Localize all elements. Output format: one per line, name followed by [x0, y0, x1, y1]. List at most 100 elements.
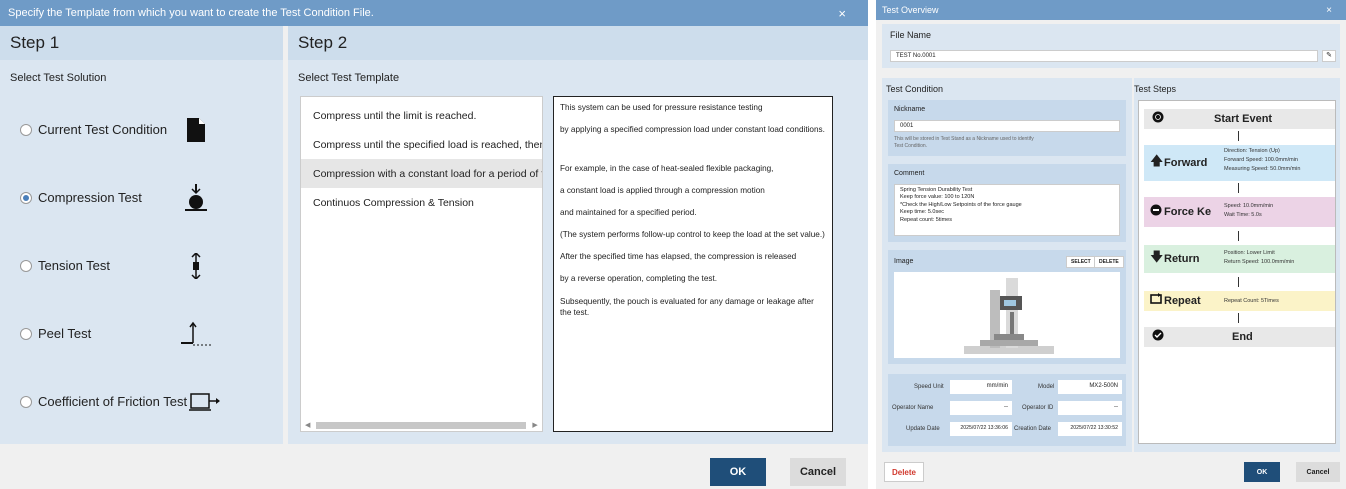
comment-line: Keep force value: 100 to 120N — [900, 194, 975, 201]
step-connector — [1238, 277, 1239, 287]
cancel-button[interactable]: Cancel — [790, 458, 846, 486]
nickname-field[interactable]: 0001 — [894, 120, 1120, 132]
test-overview-title: Test Overview — [882, 5, 939, 15]
option-peel-test[interactable]: Peel Test — [20, 326, 91, 341]
step-repeat[interactable]: Repeat Repeat Count: 5Times — [1144, 291, 1335, 311]
compression-icon — [176, 183, 216, 213]
description-line: and maintained for a specified period. — [560, 208, 697, 218]
description-line: After the specified time has elapsed, th… — [560, 252, 797, 262]
option-tension-test[interactable]: Tension Test — [20, 258, 110, 273]
option-label: Peel Test — [38, 326, 92, 341]
step-connector — [1238, 313, 1239, 323]
option-label: Coefficient of Friction Test — [38, 394, 188, 409]
info-section: Speed Unit mm/min Model MX2-500N Operato… — [888, 374, 1126, 446]
radio-button[interactable] — [20, 123, 32, 136]
step-info-line: Repeat Count: 5Times — [1224, 297, 1279, 304]
step-info-line: Forward Speed: 100.0mm/min — [1224, 156, 1298, 163]
step-name: Forward — [1164, 157, 1208, 169]
step-name: Force Ke — [1164, 206, 1212, 218]
update-date-label: Update Date — [906, 426, 940, 432]
creation-date-value: 2025/07/22 13:30:52 — [1058, 422, 1122, 436]
step1-heading: Step 1 — [0, 26, 283, 60]
nickname-section: Nickname 0001 This will be stored in Tes… — [888, 100, 1126, 156]
step-info: Speed: 10.0mm/min Wait Time: 5.0s — [1224, 202, 1273, 220]
nickname-label: Nickname — [894, 106, 926, 113]
step-info-line: Wait Time: 5.0s — [1224, 211, 1262, 218]
test-condition-panel: Test Condition Nickname 0001 This will b… — [882, 78, 1132, 452]
repeat-icon — [1150, 292, 1162, 310]
option-current-test-condition[interactable]: Current Test Condition — [20, 122, 167, 137]
step-info-line: Position: Lower Limit — [1224, 250, 1275, 256]
step1-sublabel: Select Test Solution — [10, 72, 107, 84]
step-connector — [1238, 183, 1239, 193]
cancel-button[interactable]: Cancel — [1296, 462, 1340, 482]
scroll-right-icon[interactable]: ▶ — [532, 421, 537, 429]
close-icon[interactable]: × — [1326, 5, 1340, 16]
comment-field[interactable]: Spring Tension Durability Test Keep forc… — [894, 184, 1120, 236]
peel-icon — [176, 319, 216, 349]
option-label: Tension Test — [38, 258, 111, 273]
step-name: Return — [1164, 253, 1200, 265]
scrollbar-thumb[interactable] — [316, 421, 527, 429]
template-item[interactable]: Compression with a constant load for a p… — [301, 159, 542, 188]
template-description: This system can be used for pressure res… — [553, 96, 833, 432]
ok-button[interactable]: OK — [710, 458, 766, 486]
step2-heading: Step 2 — [288, 26, 868, 60]
step2-sublabel: Select Test Template — [298, 72, 400, 84]
tension-icon — [176, 251, 216, 281]
template-item[interactable]: Compress until the specified load is rea… — [301, 130, 542, 159]
step-connector — [1238, 231, 1239, 241]
template-item[interactable]: Continuos Compression & Tension — [301, 188, 542, 217]
update-date-value: 2025/07/22 13:36:06 — [950, 422, 1012, 436]
file-name-field[interactable]: TEST No.0001 — [890, 50, 1318, 62]
test-overview-titlebar: Test Overview × — [876, 0, 1346, 20]
step-start-event[interactable]: Start Event — [1144, 109, 1335, 129]
file-name-panel: File Name TEST No.0001 ✎ — [882, 24, 1340, 68]
model-label: Model — [1038, 384, 1055, 390]
radio-button[interactable] — [20, 327, 32, 340]
description-line: Subsequently, the pouch is evaluated for… — [560, 296, 814, 317]
horizontal-scrollbar[interactable]: ◀ ▶ — [301, 419, 542, 431]
step-end[interactable]: End — [1144, 327, 1335, 347]
radio-button[interactable] — [20, 395, 32, 408]
step-info: Direction: Tension (Up) Forward Speed: 1… — [1224, 147, 1300, 173]
option-coefficient-of-friction-test[interactable]: Coefficient of Friction Test — [20, 394, 187, 409]
check-icon — [1152, 328, 1164, 346]
step-name: End — [1232, 331, 1253, 343]
pencil-icon[interactable]: ✎ — [1322, 50, 1336, 62]
scroll-left-icon[interactable]: ◀ — [305, 421, 310, 429]
document-icon — [176, 115, 216, 145]
operator-name-label: Operator Name — [892, 405, 934, 411]
friction-icon — [186, 387, 226, 417]
template-item[interactable]: Compress until the limit is reached. — [301, 101, 542, 130]
template-dialog-titlebar: Specify the Template from which you want… — [0, 0, 868, 26]
step-info-line: Measuring Speed: 50.0mm/min — [1224, 165, 1301, 172]
step1-panel: Step 1 Select Test Solution Current Test… — [0, 26, 283, 444]
step-name: Start Event — [1214, 113, 1273, 125]
operator-id-label: Operator ID — [1022, 405, 1054, 411]
delete-image-button[interactable]: DELETE — [1094, 256, 1124, 268]
step-return[interactable]: 🡇 Return Position: Lower Limit Return Sp… — [1144, 245, 1335, 273]
step-info: Repeat Count: 5Times — [1224, 297, 1279, 306]
radio-button[interactable] — [20, 259, 32, 272]
operator-name-value: -- — [950, 401, 1012, 415]
step-forward[interactable]: 🡅 Forward Direction: Tension (Up) Forwar… — [1144, 145, 1335, 181]
option-compression-test[interactable]: Compression Test — [20, 190, 142, 205]
description-line: a constant load is applied through a com… — [560, 186, 765, 196]
comment-line: *Check the High/Low Setpoints of the for… — [900, 201, 1022, 208]
test-steps-list: Start Event 🡅 Forward Direction: Tension… — [1138, 100, 1336, 444]
option-label: Compression Test — [38, 190, 142, 205]
test-steps-panel: Test Steps Start Event 🡅 Forward Directi… — [1134, 78, 1340, 452]
comment-section: Comment Spring Tension Durability Test K… — [888, 164, 1126, 242]
radio-button[interactable] — [20, 191, 32, 204]
select-image-button[interactable]: SELECT — [1066, 256, 1096, 268]
step-info-line: Return Speed: 100.0mm/min — [1224, 258, 1295, 265]
delete-button[interactable]: Delete — [884, 462, 924, 482]
step-force-keep[interactable]: Force Ke Speed: 10.0mm/min Wait Time: 5.… — [1144, 197, 1335, 227]
speed-unit-value: mm/min — [950, 380, 1012, 394]
step-name: Repeat — [1164, 295, 1201, 307]
close-icon[interactable]: × — [838, 6, 860, 21]
ok-button[interactable]: OK — [1244, 462, 1280, 482]
file-name-label: File Name — [890, 30, 932, 40]
step-connector — [1238, 131, 1239, 141]
